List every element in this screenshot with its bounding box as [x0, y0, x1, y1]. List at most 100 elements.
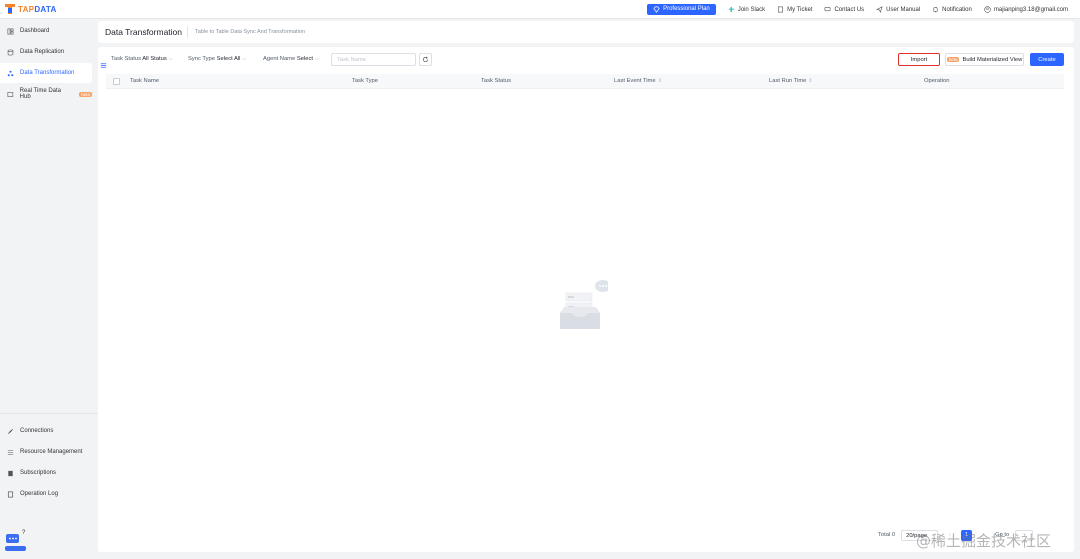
- log-icon: [7, 491, 14, 497]
- last-run-time-label: Last Run Time: [769, 78, 807, 84]
- user-icon: [984, 6, 991, 13]
- column-header-last-event-time[interactable]: Last Event Time ⇕: [614, 78, 662, 84]
- user-menu[interactable]: majianping3.18@gmail.com: [984, 6, 1068, 13]
- column-header-task-status: Task Status: [481, 78, 511, 84]
- sidebar-item-label: Resource Management: [20, 449, 83, 455]
- send-icon: [876, 6, 883, 13]
- import-button[interactable]: Import: [898, 53, 940, 66]
- contact-us-link[interactable]: Contact Us: [824, 6, 864, 13]
- sidebar-item-subscriptions[interactable]: Subscriptions: [0, 463, 92, 483]
- refresh-icon: [422, 56, 429, 63]
- task-name-search-input[interactable]: [331, 53, 416, 66]
- transform-icon: [7, 70, 14, 76]
- logo[interactable]: TAPDATA: [4, 3, 57, 15]
- task-status-filter[interactable]: Task Status All Status ⌵: [111, 56, 173, 62]
- sidebar-item-dashboard[interactable]: Dashboard: [0, 21, 92, 41]
- my-ticket-link[interactable]: My Ticket: [777, 6, 812, 13]
- connection-icon: [8, 428, 13, 434]
- sidebar-divider: [0, 413, 98, 414]
- contact-us-label: Contact Us: [834, 6, 865, 13]
- sort-icon: ⇕: [808, 78, 813, 84]
- sidebar-item-resource-management[interactable]: Resource Management: [0, 442, 92, 462]
- sidebar-item-operation-log[interactable]: Operation Log: [0, 484, 92, 504]
- sidebar-item-connections[interactable]: Connections: [0, 421, 92, 441]
- ticket-icon: [778, 6, 784, 13]
- sidebar-item-data-replication[interactable]: Data Replication: [0, 42, 92, 62]
- beta-badge: beta: [79, 91, 92, 97]
- plan-label: Professional Plan: [663, 6, 710, 12]
- build-materialized-view-button[interactable]: beta Build Materialized View: [945, 53, 1024, 66]
- join-slack-label: Join Slack: [737, 6, 766, 13]
- filter-bar: Task Status All Status ⌵ Sync Type Select…: [98, 51, 1074, 69]
- slack-icon: [728, 6, 734, 13]
- watermark: @稀土掘金技术社区: [916, 532, 1052, 550]
- select-all-checkbox[interactable]: [113, 78, 120, 85]
- refresh-button[interactable]: [419, 53, 432, 66]
- sidebar-item-data-transformation[interactable]: Data Transformation: [0, 63, 92, 83]
- notification-link[interactable]: Notification: [932, 6, 972, 13]
- tapdata-logo-icon: [5, 4, 15, 14]
- agent-name-value: Select: [296, 56, 313, 62]
- create-button[interactable]: Create: [1030, 53, 1064, 66]
- create-label: Create: [1038, 56, 1056, 63]
- sidebar-item-real-time-data-hub[interactable]: Real Time Data Hub beta: [0, 84, 92, 104]
- user-manual-label: User Manual: [886, 6, 921, 13]
- task-status-value: All Status: [142, 56, 167, 62]
- sync-type-value: Select All: [216, 56, 241, 62]
- help-bot-icon: [5, 534, 26, 551]
- import-label: Import: [910, 56, 928, 63]
- chevron-down-icon: ⌵: [242, 56, 247, 62]
- empty-state-icon: [560, 280, 608, 329]
- subscription-icon: [8, 470, 13, 476]
- sidebar-item-label: Subscriptions: [20, 470, 57, 476]
- sidebar-item-label: Dashboard: [20, 28, 50, 34]
- chevron-down-icon: ⌵: [314, 56, 319, 62]
- join-slack-link[interactable]: Join Slack: [728, 6, 765, 13]
- sort-icon: ⇕: [657, 78, 662, 84]
- chat-icon: [825, 7, 831, 12]
- sidebar: Dashboard Data Replication Data Transfor…: [0, 19, 98, 559]
- resource-icon: [7, 449, 14, 455]
- page-header: Data Transformation Table to Table Data …: [98, 21, 1074, 43]
- beta-badge: beta: [946, 57, 960, 62]
- list-toggle-icon[interactable]: [100, 62, 107, 69]
- diamond-icon: [653, 6, 660, 13]
- column-header-operation: Operation: [924, 78, 950, 84]
- sidebar-item-label: Data Replication: [20, 49, 65, 55]
- table-header: Task Name Task Type Task Status Last Eve…: [106, 74, 1064, 89]
- sidebar-item-label: Data Transformation: [20, 70, 75, 76]
- logo-text: TAPDATA: [18, 4, 57, 14]
- agent-name-filter[interactable]: Agent Name Select ⌵: [263, 56, 319, 62]
- agent-name-label: Agent Name: [263, 56, 296, 62]
- database-icon: [7, 49, 14, 55]
- sidebar-item-label: Operation Log: [20, 491, 59, 497]
- build-view-label: Build Materialized View: [962, 56, 1023, 63]
- chevron-down-icon: ⌵: [168, 56, 173, 62]
- sidebar-item-label: Real Time Data Hub: [19, 88, 62, 100]
- main-panel: Task Status All Status ⌵ Sync Type Select…: [98, 47, 1074, 552]
- user-email: majianping3.18@gmail.com: [993, 6, 1068, 13]
- notification-label: Notification: [942, 6, 972, 13]
- sync-type-label: Sync Type: [188, 56, 215, 62]
- column-header-task-name: Task Name: [130, 78, 159, 84]
- last-event-time-label: Last Event Time: [614, 78, 656, 84]
- top-nav: Professional Plan Join Slack My Ticket C…: [647, 4, 1068, 15]
- page-subtitle: Table to Table Data Sync And Transformat…: [195, 29, 305, 35]
- sync-type-filter[interactable]: Sync Type Select All ⌵: [188, 56, 246, 62]
- top-bar: TAPDATA Professional Plan Join Slack My …: [0, 0, 1080, 19]
- help-chat-button[interactable]: ?: [5, 530, 27, 555]
- title-divider: [187, 26, 188, 38]
- hub-icon: [7, 91, 14, 97]
- page-title: Data Transformation: [105, 27, 183, 37]
- dashboard-icon: [7, 28, 14, 34]
- bell-icon: [933, 7, 938, 13]
- column-header-task-type: Task Type: [352, 78, 378, 84]
- user-manual-link[interactable]: User Manual: [876, 6, 920, 13]
- total-count: Total 0: [878, 532, 896, 538]
- sidebar-item-label: Connections: [20, 428, 54, 434]
- my-ticket-label: My Ticket: [787, 6, 813, 13]
- professional-plan-button[interactable]: Professional Plan: [647, 4, 716, 15]
- column-header-last-run-time[interactable]: Last Run Time ⇕: [769, 78, 813, 84]
- help-badge: ?: [22, 530, 26, 536]
- task-status-label: Task Status: [111, 56, 141, 62]
